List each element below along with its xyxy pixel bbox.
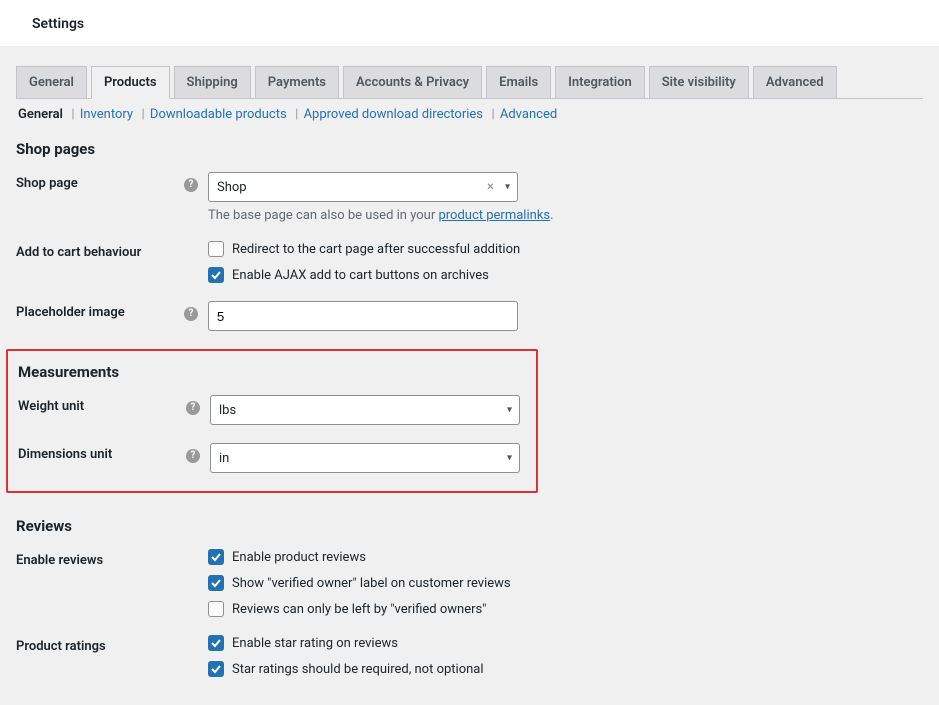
checkbox-star-required[interactable]: [208, 661, 224, 677]
shop-page-select[interactable]: Shop × ▾: [208, 172, 518, 202]
tab-general[interactable]: General: [16, 66, 87, 98]
row-shop-page: Shop page ? Shop × ▾ The base page can a…: [16, 172, 923, 223]
section-reviews-title: Reviews: [16, 517, 923, 535]
tab-products[interactable]: Products: [91, 66, 170, 99]
checkbox-ajax-label: Enable AJAX add to cart buttons on archi…: [232, 268, 489, 283]
tab-advanced[interactable]: Advanced: [753, 66, 837, 98]
shop-page-value: Shop: [217, 180, 247, 195]
subtab-approved-dirs[interactable]: Approved download directories: [304, 107, 483, 122]
help-icon[interactable]: ?: [184, 178, 198, 192]
label-add-to-cart: Add to cart behaviour: [16, 241, 184, 260]
row-enable-reviews: Enable reviews Enable product reviews Sh…: [16, 549, 923, 617]
row-dimensions-unit: Dimensions unit ? in ▾: [18, 443, 526, 473]
checkbox-enable-reviews-label: Enable product reviews: [232, 550, 366, 565]
checkbox-star-rating[interactable]: [208, 635, 224, 651]
tab-shipping[interactable]: Shipping: [174, 66, 251, 98]
checkbox-enable-reviews[interactable]: [208, 549, 224, 565]
subtab-general[interactable]: General: [18, 107, 63, 122]
checkbox-star-rating-label: Enable star rating on reviews: [232, 636, 398, 651]
subtab-downloadable[interactable]: Downloadable products: [150, 107, 287, 122]
checkbox-only-verified[interactable]: [208, 601, 224, 617]
tab-site-visibility[interactable]: Site visibility: [649, 66, 749, 98]
row-add-to-cart: Add to cart behaviour Redirect to the ca…: [16, 241, 923, 283]
sub-tabs: General | Inventory | Downloadable produ…: [16, 99, 923, 122]
checkbox-show-verified-label: Show "verified owner" label on customer …: [232, 576, 511, 591]
checkbox-redirect[interactable]: [208, 241, 224, 257]
help-icon[interactable]: ?: [186, 449, 200, 463]
placeholder-image-input[interactable]: [208, 301, 518, 331]
content-area: General Products Shipping Payments Accou…: [0, 46, 939, 705]
subtab-advanced[interactable]: Advanced: [500, 107, 557, 122]
dimensions-unit-select[interactable]: in ▾: [210, 443, 520, 473]
section-measurements-title: Measurements: [18, 363, 526, 381]
label-product-ratings: Product ratings: [16, 635, 184, 654]
checkbox-redirect-label: Redirect to the cart page after successf…: [232, 242, 520, 257]
tab-emails[interactable]: Emails: [486, 66, 551, 98]
tab-integration[interactable]: Integration: [555, 66, 645, 98]
product-permalinks-link[interactable]: product permalinks: [438, 208, 550, 223]
subtab-inventory[interactable]: Inventory: [80, 107, 133, 122]
label-weight-unit: Weight unit: [18, 395, 186, 414]
help-icon[interactable]: ?: [184, 307, 198, 321]
checkbox-star-required-label: Star ratings should be required, not opt…: [232, 662, 484, 677]
primary-tabs: General Products Shipping Payments Accou…: [16, 66, 923, 99]
help-icon[interactable]: ?: [186, 401, 200, 415]
label-enable-reviews: Enable reviews: [16, 549, 184, 568]
page-title: Settings: [0, 0, 939, 46]
section-shop-pages-title: Shop pages: [16, 140, 923, 158]
dimensions-unit-value: in: [219, 451, 229, 466]
checkbox-only-verified-label: Reviews can only be left by "verified ow…: [232, 602, 486, 617]
row-product-ratings: Product ratings Enable star rating on re…: [16, 635, 923, 677]
label-placeholder-image: Placeholder image: [16, 301, 184, 320]
measurements-highlight: Measurements Weight unit ? lbs ▾ Dimensi…: [6, 349, 538, 493]
tab-accounts-privacy[interactable]: Accounts & Privacy: [343, 66, 482, 98]
shop-page-helper: The base page can also be used in your p…: [208, 208, 923, 223]
clear-icon[interactable]: ×: [487, 180, 494, 195]
row-weight-unit: Weight unit ? lbs ▾: [18, 395, 526, 425]
checkbox-show-verified[interactable]: [208, 575, 224, 591]
label-dimensions-unit: Dimensions unit: [18, 443, 186, 462]
tab-payments[interactable]: Payments: [255, 66, 339, 98]
row-placeholder-image: Placeholder image ?: [16, 301, 923, 331]
checkbox-ajax[interactable]: [208, 267, 224, 283]
label-shop-page: Shop page: [16, 172, 184, 191]
weight-unit-value: lbs: [219, 403, 236, 418]
weight-unit-select[interactable]: lbs ▾: [210, 395, 520, 425]
